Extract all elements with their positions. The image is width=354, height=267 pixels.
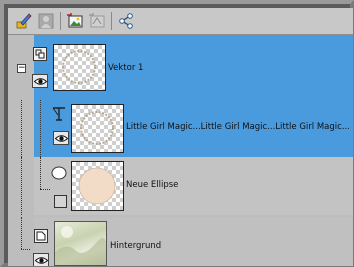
layer-row-neue-ellipse[interactable]: Neue Ellipse [8, 157, 353, 215]
path-tool-icon [51, 106, 67, 122]
layer-thumbnail [54, 221, 107, 266]
layer-thumbnail [71, 161, 124, 211]
vector-layer-icon [33, 47, 47, 61]
layers-toolbar [8, 8, 353, 35]
layer-thumbnail [53, 44, 106, 91]
brush-properties-icon[interactable] [14, 11, 34, 31]
share-icon[interactable] [116, 11, 136, 31]
mask-icon[interactable] [36, 11, 56, 31]
tree-line [40, 100, 41, 157]
layer-row-vektor-1[interactable]: − Vektor 1 [8, 35, 353, 100]
layers-window: − Vektor 1 Little Girl Magic...Little Gi… [0, 0, 354, 267]
toolbar-separator [60, 12, 61, 30]
tree-line [40, 157, 41, 189]
layer-name: Little Girl Magic...Little Girl Magic...… [126, 122, 353, 132]
layer-vector-icon[interactable] [87, 11, 107, 31]
tree-line [21, 157, 22, 215]
layer-thumbnail [71, 104, 124, 153]
layers-list: − Vektor 1 Little Girl Magic...Little Gi… [8, 35, 353, 266]
tree-line [21, 249, 30, 250]
layer-name: Neue Ellipse [126, 180, 179, 190]
collapse-toggle[interactable]: − [17, 64, 26, 73]
ellipse-shape-icon [51, 165, 67, 181]
layer-row-little-girl-magic[interactable]: Little Girl Magic...Little Girl Magic...… [8, 100, 353, 157]
visibility-eye-icon[interactable] [32, 74, 48, 88]
raster-layer-icon [34, 229, 48, 243]
layer-row-hintergrund[interactable]: Hintergrund [8, 217, 353, 266]
tree-line [21, 100, 22, 157]
visibility-eye-icon[interactable] [33, 253, 49, 266]
tree-line [21, 217, 22, 249]
visibility-eye-icon[interactable] [53, 131, 69, 145]
layers-panel: − Vektor 1 Little Girl Magic...Little Gi… [8, 8, 353, 266]
layer-image-icon[interactable] [65, 11, 85, 31]
layer-name: Vektor 1 [108, 63, 144, 73]
toolbar-separator [111, 12, 112, 30]
tree-line [40, 189, 50, 190]
layer-name: Hintergrund [110, 241, 162, 251]
visibility-toggle[interactable] [54, 195, 67, 208]
